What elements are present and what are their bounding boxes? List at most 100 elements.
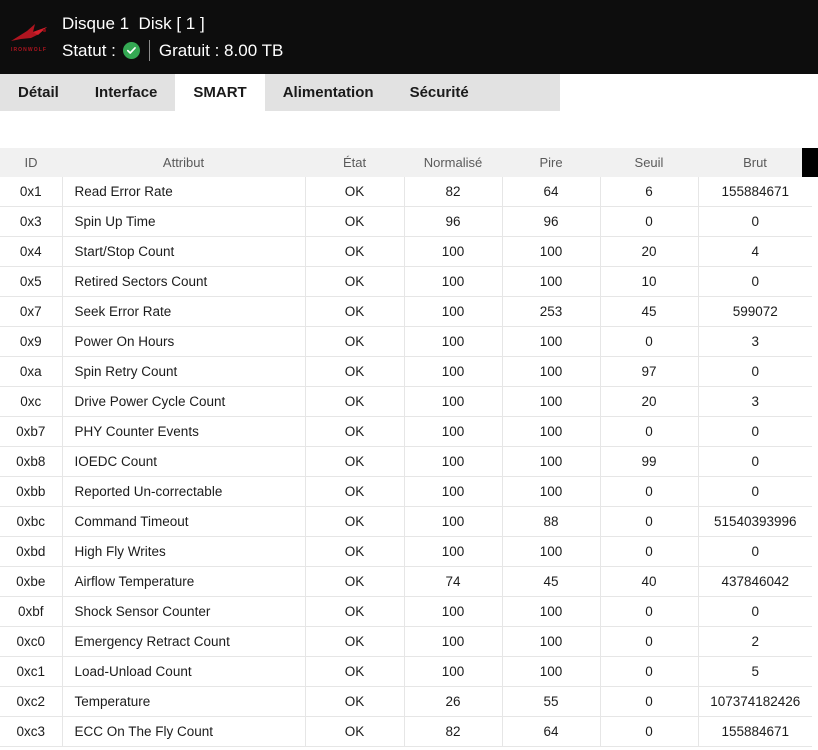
cell-norm: 100 xyxy=(404,416,503,447)
column-header-id[interactable]: ID xyxy=(0,148,62,177)
cell-id: 0xbc xyxy=(0,506,63,537)
cell-pire: 100 xyxy=(502,416,601,447)
cell-norm: 100 xyxy=(404,626,503,657)
tab-interface-label: Interface xyxy=(94,84,158,101)
cell-etat: OK xyxy=(305,506,405,537)
cell-pire: 100 xyxy=(502,626,601,657)
table-row[interactable]: 0xb8 IOEDC Count OK 100 100 99 0 xyxy=(0,446,812,477)
table-row[interactable]: 0xa Spin Retry Count OK 100 100 97 0 xyxy=(0,356,812,387)
cell-id: 0xbe xyxy=(0,566,63,597)
tab-alimentation[interactable]: Alimentation xyxy=(265,74,392,111)
cell-brut: 0 xyxy=(698,446,812,477)
cell-attr: Start/Stop Count xyxy=(62,236,306,267)
table-row[interactable]: 0xb7 PHY Counter Events OK 100 100 0 0 xyxy=(0,416,812,447)
cell-brut: 0 xyxy=(698,206,812,237)
cell-id: 0xc xyxy=(0,386,63,417)
cell-attr: Load-Unload Count xyxy=(62,656,306,687)
cell-seuil: 6 xyxy=(600,177,699,207)
cell-seuil: 0 xyxy=(600,686,699,717)
cell-etat: OK xyxy=(305,446,405,477)
ironwolf-wordmark: IRONWOLF xyxy=(10,47,48,53)
cell-etat: OK xyxy=(305,206,405,237)
cell-pire: 45 xyxy=(502,566,601,597)
tab-securite[interactable]: Sécurité xyxy=(392,74,487,111)
cell-seuil: 10 xyxy=(600,266,699,297)
cell-attr: PHY Counter Events xyxy=(62,416,306,447)
table-row[interactable]: 0xc1 Load-Unload Count OK 100 100 0 5 xyxy=(0,656,812,687)
cell-norm: 100 xyxy=(404,296,503,327)
cell-brut: 0 xyxy=(698,266,812,297)
cell-etat: OK xyxy=(305,686,405,717)
cell-norm: 100 xyxy=(404,596,503,627)
tab-detail-label: Détail xyxy=(18,84,59,101)
cell-brut: 0 xyxy=(698,356,812,387)
table-row[interactable]: 0xc2 Temperature OK 26 55 0 107374182426 xyxy=(0,686,812,717)
cell-id: 0x1 xyxy=(0,177,63,207)
cell-pire: 100 xyxy=(502,266,601,297)
table-row[interactable]: 0x4 Start/Stop Count OK 100 100 20 4 xyxy=(0,236,812,267)
cell-brut: 4 xyxy=(698,236,812,267)
tab-smart[interactable]: SMART xyxy=(175,74,265,111)
cell-etat: OK xyxy=(305,296,405,327)
check-circle-icon xyxy=(122,42,140,59)
vertical-scrollbar[interactable] xyxy=(802,148,818,177)
table-row[interactable]: 0xc3 ECC On The Fly Count OK 82 64 0 155884671 xyxy=(0,716,812,747)
cell-etat: OK xyxy=(305,326,405,357)
table-row[interactable]: 0xbe Airflow Temperature OK 74 45 40 437846042 xyxy=(0,566,812,597)
cell-attr: Drive Power Cycle Count xyxy=(62,386,306,417)
cell-id: 0x7 xyxy=(0,296,63,327)
cell-etat: OK xyxy=(305,416,405,447)
cell-seuil: 0 xyxy=(600,206,699,237)
cell-etat: OK xyxy=(305,536,405,567)
cell-id: 0xc3 xyxy=(0,716,63,747)
cell-pire: 100 xyxy=(502,536,601,567)
column-header-normalise[interactable]: Normalisé xyxy=(404,148,502,177)
cell-pire: 100 xyxy=(502,386,601,417)
table-row[interactable]: 0xbf Shock Sensor Counter OK 100 100 0 0 xyxy=(0,596,812,627)
cell-etat: OK xyxy=(305,386,405,417)
table-row[interactable]: 0x1 Read Error Rate OK 82 64 6 155884671 xyxy=(0,177,812,207)
table-row[interactable]: 0xbd High Fly Writes OK 100 100 0 0 xyxy=(0,536,812,567)
tab-securite-label: Sécurité xyxy=(409,84,469,101)
column-header-brut[interactable]: Brut xyxy=(698,148,812,177)
cell-etat: OK xyxy=(305,177,405,207)
cell-norm: 100 xyxy=(404,506,503,537)
cell-norm: 82 xyxy=(404,177,503,207)
tab-interface[interactable]: Interface xyxy=(77,74,176,111)
cell-brut: 155884671 xyxy=(698,716,812,747)
cell-id: 0xbb xyxy=(0,476,63,507)
cell-norm: 100 xyxy=(404,476,503,507)
table-row[interactable]: 0x7 Seek Error Rate OK 100 253 45 599072 xyxy=(0,296,812,327)
column-header-attribut[interactable]: Attribut xyxy=(62,148,305,177)
table-row[interactable]: 0x3 Spin Up Time OK 96 96 0 0 xyxy=(0,206,812,237)
cell-norm: 100 xyxy=(404,356,503,387)
cell-id: 0xc1 xyxy=(0,656,63,687)
cell-brut: 0 xyxy=(698,596,812,627)
content-spacer xyxy=(0,111,818,148)
cell-attr: Temperature xyxy=(62,686,306,717)
cell-brut: 107374182426 xyxy=(698,686,812,717)
column-header-etat[interactable]: État xyxy=(305,148,404,177)
cell-id: 0x4 xyxy=(0,236,63,267)
tab-detail[interactable]: Détail xyxy=(0,74,77,111)
table-row[interactable]: 0xbc Command Timeout OK 100 88 0 51540393996 xyxy=(0,506,812,537)
cell-etat: OK xyxy=(305,596,405,627)
disk-status-line: Statut : Gratuit : 8.00 TB xyxy=(62,38,283,63)
table-row[interactable]: 0xc0 Emergency Retract Count OK 100 100 0 2 xyxy=(0,626,812,657)
cell-brut: 0 xyxy=(698,416,812,447)
cell-seuil: 0 xyxy=(600,506,699,537)
table-row[interactable]: 0x5 Retired Sectors Count OK 100 100 10 0 xyxy=(0,266,812,297)
column-header-seuil[interactable]: Seuil xyxy=(600,148,698,177)
cell-attr: Seek Error Rate xyxy=(62,296,306,327)
table-row[interactable]: 0xbb Reported Un-correctable OK 100 100 0 0 xyxy=(0,476,812,507)
cell-brut: 0 xyxy=(698,536,812,567)
table-row[interactable]: 0xc Drive Power Cycle Count OK 100 100 20 3 xyxy=(0,386,812,417)
cell-id: 0xb7 xyxy=(0,416,63,447)
table-row[interactable]: 0x9 Power On Hours OK 100 100 0 3 xyxy=(0,326,812,357)
cell-seuil: 0 xyxy=(600,476,699,507)
column-header-pire[interactable]: Pire xyxy=(502,148,600,177)
cell-pire: 100 xyxy=(502,356,601,387)
cell-attr: Shock Sensor Counter xyxy=(62,596,306,627)
status-label: Statut : xyxy=(62,41,116,60)
window-titlebar: IRONWOLF Disque 1 Disk [ 1 ] Statut : Gr… xyxy=(0,0,818,74)
